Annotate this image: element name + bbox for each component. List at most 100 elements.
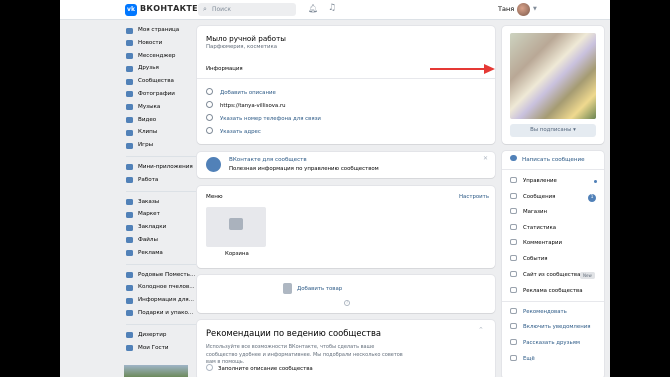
enable-notifications-link[interactable]: Включить уведомления: [510, 323, 590, 330]
sidebar-item-label: Мини-приложения: [138, 163, 193, 170]
add-description-link[interactable]: Добавить описание: [206, 88, 276, 96]
music-icon: [126, 104, 133, 111]
group-icon: [126, 272, 133, 279]
divider: [502, 301, 604, 302]
message-icon: [510, 193, 517, 199]
sidebar-item-label: Новости: [138, 39, 163, 46]
gear-icon: [510, 177, 517, 183]
cart-label[interactable]: Корзина: [225, 251, 249, 257]
file-icon: [126, 237, 133, 244]
add-phone-link[interactable]: Указать номер телефона для связи: [206, 114, 321, 122]
goods-card: Добавить товар ?: [197, 275, 495, 313]
add-phone-label: Указать номер телефона для связи: [220, 116, 321, 122]
more-label: Ещё: [523, 356, 535, 362]
right-black-border: [610, 0, 670, 377]
sidebar-promo-image[interactable]: [124, 365, 188, 377]
community-cover-card: Вы подписаны ▾: [502, 26, 604, 144]
community-actions-card: Написать сообщение Управление Сообщения …: [502, 151, 604, 377]
promo-title[interactable]: ВКонтакте для сообществ: [229, 157, 307, 163]
phone-icon: [206, 114, 213, 121]
comments-link[interactable]: Комментарии: [510, 239, 562, 246]
page: vk ВКОНТАКТЕ ⌕ Поиск 🔔︎ ♫ Таня ▼ Моя стр…: [60, 0, 610, 377]
close-icon[interactable]: ✕: [483, 155, 488, 162]
comments-label: Комментарии: [523, 240, 562, 246]
left-black-border: [0, 0, 60, 377]
sidebar-item-label: Дизертир: [138, 331, 167, 338]
sidebar-item-label: Моя страница: [138, 27, 180, 33]
group-icon: [126, 310, 133, 317]
sidebar-item-label: Сообщества: [138, 78, 174, 85]
sidebar-item-label: Маркет: [138, 211, 160, 218]
megaphone-icon: [510, 339, 517, 345]
music-note-icon[interactable]: ♫: [328, 3, 336, 13]
user-name[interactable]: Таня: [498, 5, 514, 13]
message-icon: [510, 155, 517, 161]
stats-link[interactable]: Статистика: [510, 224, 556, 231]
logo-text[interactable]: ВКОНТАКТЕ: [140, 4, 198, 13]
clips-icon: [126, 129, 133, 136]
red-arrow-annotation: [430, 64, 495, 74]
chevron-down-icon[interactable]: ▼: [533, 6, 537, 12]
search-input[interactable]: ⌕ Поиск: [198, 3, 296, 16]
top-bar: vk ВКОНТАКТЕ ⌕ Поиск 🔔︎ ♫ Таня ▼: [60, 0, 610, 20]
stats-label: Статистика: [523, 225, 557, 231]
globe-icon: [206, 101, 213, 108]
chevron-up-icon[interactable]: ⌃: [478, 326, 484, 334]
orders-icon: [126, 199, 133, 206]
vk-for-communities-card[interactable]: ВКонтакте для сообществ Полезная информа…: [197, 152, 495, 178]
avatar[interactable]: [517, 3, 530, 16]
briefcase-icon: [126, 177, 133, 184]
ads-link[interactable]: Реклама сообщества: [510, 287, 583, 294]
divider: [197, 78, 495, 79]
sidebar-item-label: Файлы: [138, 236, 158, 243]
more-link[interactable]: Ещё: [510, 355, 535, 362]
notifications-label: Включить уведомления: [523, 324, 591, 330]
sidebar-item-label: Игры: [138, 142, 154, 149]
community-info-card: Мыло ручной работы Парфюмерия, косметика…: [197, 26, 495, 144]
website-row[interactable]: https://tanya-villisova.ru: [206, 101, 286, 109]
recommend-link[interactable]: Рекомендовать: [510, 308, 567, 315]
site-link[interactable]: Сайт из сообщества: [510, 271, 580, 278]
divider: [502, 169, 604, 170]
sidebar-item-label: Видео: [138, 116, 157, 123]
add-goods-link[interactable]: Добавить товар: [297, 286, 342, 292]
messages-link[interactable]: Сообщения: [510, 193, 555, 200]
menu-header: Меню: [206, 194, 223, 200]
search-icon: ⌕: [203, 5, 207, 13]
events-link[interactable]: События: [510, 255, 548, 262]
subscribed-button[interactable]: Вы подписаны ▾: [510, 124, 596, 137]
recommendation-step[interactable]: Заполните описание сообщества: [206, 364, 313, 372]
globe-icon: [510, 271, 517, 277]
help-icon[interactable]: ?: [344, 300, 350, 306]
tell-friends-link[interactable]: Рассказать друзьям: [510, 339, 580, 346]
tell-friends-label: Рассказать друзьям: [523, 340, 580, 346]
vk-logo-icon[interactable]: vk: [125, 4, 137, 16]
tab-information[interactable]: Информация: [206, 66, 243, 72]
sidebar-item-label: Клипы: [138, 129, 158, 136]
sidebar-item-label: Информация для...: [138, 297, 194, 304]
check-circle-icon: [206, 364, 213, 371]
messages-count-badge: 1: [588, 194, 596, 202]
user-icon: [126, 27, 133, 34]
management-label: Управление: [523, 178, 557, 184]
community-title: Мыло ручной работы: [206, 34, 286, 43]
cart-tile[interactable]: [206, 207, 266, 247]
community-subtitle: Парфюмерия, косметика: [206, 44, 278, 50]
notification-dot: [594, 180, 597, 183]
subscribed-label: Вы подписаны: [530, 127, 572, 133]
group-icon: [126, 284, 133, 291]
configure-link[interactable]: Настроить: [459, 194, 489, 200]
menu-card: Меню Настроить Корзина: [197, 186, 495, 268]
sidebar-item-label: Подарки и упако...: [138, 309, 194, 316]
thumbs-up-icon: [510, 308, 517, 314]
add-address-label: Указать адрес: [220, 129, 261, 135]
management-link[interactable]: Управление: [510, 177, 557, 184]
write-message-button[interactable]: Написать сообщение: [510, 155, 585, 163]
add-address-link[interactable]: Указать адрес: [206, 127, 261, 135]
community-cover-photo[interactable]: [510, 33, 596, 119]
sidebar-item-label: Реклама: [138, 249, 163, 256]
shop-label: Магазин: [523, 209, 547, 215]
shop-link[interactable]: Магазин: [510, 208, 547, 215]
comment-icon: [510, 239, 517, 245]
bell-icon[interactable]: 🔔︎: [308, 4, 318, 13]
